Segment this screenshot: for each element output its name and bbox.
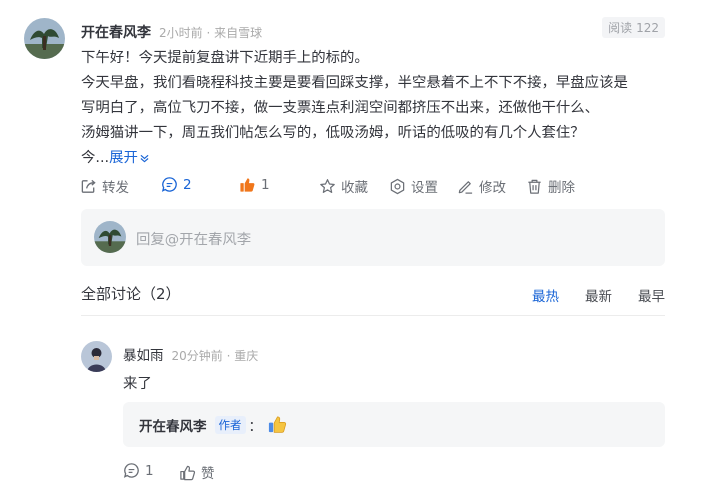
- repost-button[interactable]: 转发: [80, 176, 129, 196]
- delete-label[interactable]: 删除: [548, 176, 575, 196]
- read-count: 122: [636, 21, 659, 35]
- expand-link[interactable]: 展开: [109, 150, 149, 166]
- author-reply-name[interactable]: 开在春风李: [139, 415, 207, 435]
- delete-button[interactable]: 删除: [526, 176, 575, 196]
- sort-tabs: 最热 最新 最早: [532, 285, 665, 305]
- author-avatar[interactable]: [24, 18, 65, 59]
- like-button[interactable]: 1: [239, 176, 270, 193]
- comment-button[interactable]: 2: [161, 176, 192, 193]
- favorite-label[interactable]: 收藏: [341, 176, 368, 196]
- post-line: 下午好！今天提前复盘讲下近期手上的标的。: [81, 50, 369, 66]
- post-line: 汤姆猫讲一下，周五我们帖怎么写的，低吸汤姆，听话的低吸的有几个人套住？: [81, 125, 585, 141]
- star-icon: [320, 178, 335, 193]
- divider: [81, 315, 665, 316]
- author-name[interactable]: 开在春风李: [81, 22, 151, 42]
- comment-meta: 20分钟前 · 重庆: [171, 349, 259, 363]
- sort-tab-hot[interactable]: 最热: [532, 285, 559, 305]
- repost-icon: [81, 179, 96, 193]
- thumbs-up-emoji: [268, 416, 287, 433]
- author-reply: 开在春风李 作者 ：: [123, 402, 665, 447]
- edit-label[interactable]: 修改: [479, 176, 506, 196]
- comment-reply-button[interactable]: 1: [123, 462, 154, 479]
- comment-like-label[interactable]: 赞: [201, 462, 215, 482]
- chevron-down-icon[interactable]: [140, 154, 149, 163]
- comment-reply-count[interactable]: 1: [145, 463, 154, 479]
- current-user-avatar: [94, 221, 126, 253]
- settings-icon: [390, 178, 405, 194]
- post-line: 写明白了，高位飞刀不接，做一支票连点利润空间都挤压不出来，还做他干什么、: [81, 100, 600, 116]
- sort-tab-oldest[interactable]: 最早: [638, 285, 665, 305]
- comment-icon: [161, 177, 177, 192]
- comment-head: 暴如雨 20分钟前 · 重庆: [123, 344, 258, 364]
- post-line: 今天早盘，我们看晓程科技主要是要看回踩支撑，半空悬着不上不下不接，早盘应该是: [81, 75, 628, 91]
- settings-button[interactable]: 设置: [389, 176, 438, 196]
- post-line-truncated: 今...展开: [81, 146, 666, 171]
- reply-placeholder[interactable]: 回复@开在春风李: [136, 228, 251, 249]
- edit-button[interactable]: 修改: [457, 176, 506, 196]
- author-tag: 作者: [214, 415, 246, 434]
- truncated-text: 今...: [81, 150, 110, 166]
- commenter-avatar[interactable]: [81, 341, 112, 372]
- expand-label[interactable]: 展开: [109, 150, 138, 166]
- comment-icon: [123, 463, 139, 478]
- sort-tab-newest[interactable]: 最新: [585, 285, 612, 305]
- like-count[interactable]: 1: [261, 177, 270, 193]
- reply-input-box[interactable]: 回复@开在春风李: [81, 209, 665, 266]
- settings-label[interactable]: 设置: [411, 176, 438, 196]
- read-label: 阅读: [608, 21, 633, 35]
- comment-like-button[interactable]: 赞: [179, 462, 215, 482]
- read-count-badge: 阅读 122: [602, 17, 665, 38]
- post-body: 下午好！今天提前复盘讲下近期手上的标的。 今天早盘，我们看晓程科技主要是要看回踩…: [81, 46, 666, 171]
- trash-icon: [528, 179, 541, 194]
- discussion-title: 全部讨论（2）: [81, 285, 181, 303]
- like-icon: [240, 178, 255, 192]
- comment-count[interactable]: 2: [183, 177, 192, 193]
- commenter-name[interactable]: 暴如雨: [123, 344, 164, 364]
- comment-text: 来了: [123, 376, 152, 392]
- favorite-button[interactable]: 收藏: [319, 176, 368, 196]
- edit-icon: [458, 180, 473, 194]
- repost-label[interactable]: 转发: [102, 176, 129, 196]
- like-icon: [180, 465, 196, 480]
- author-reply-colon: ：: [248, 418, 263, 435]
- post-meta: 2小时前 · 来自雪球: [159, 26, 263, 40]
